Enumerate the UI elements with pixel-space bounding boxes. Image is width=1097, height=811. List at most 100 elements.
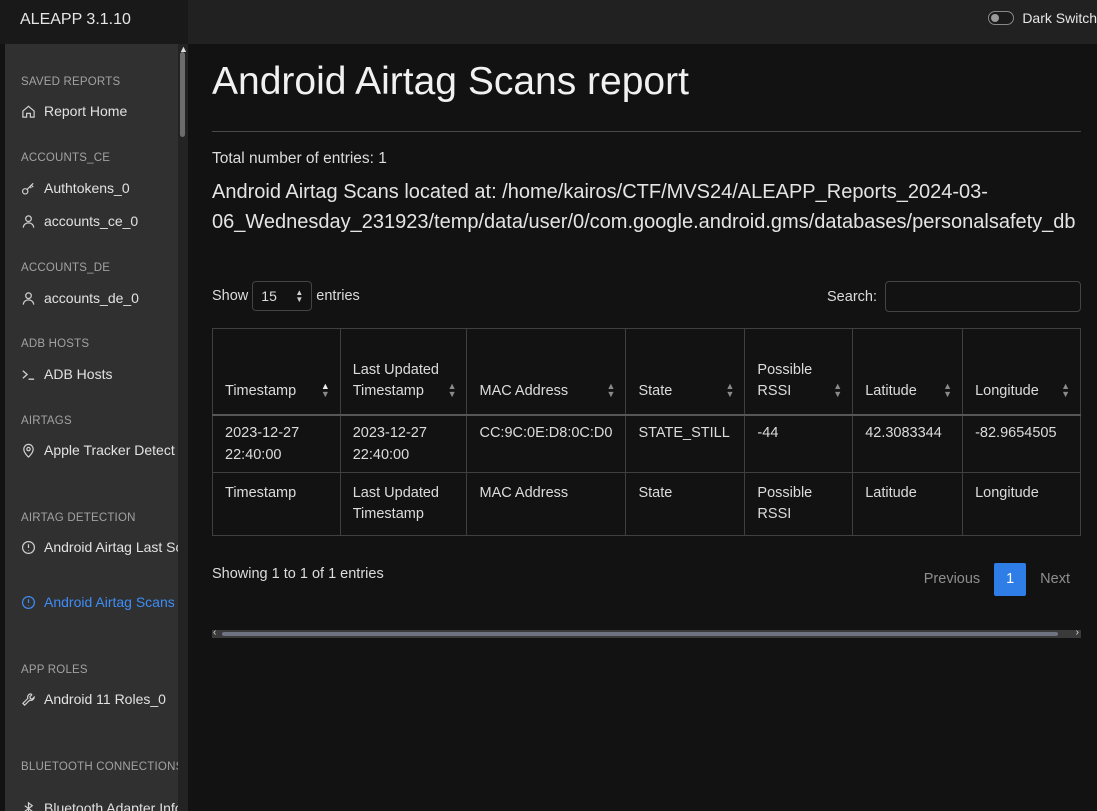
bluetooth-icon: [24, 801, 34, 811]
sidebar: SAVED REPORTS Report Home ACCOUNTS_CE Au…: [5, 44, 178, 811]
column-header-longitude[interactable]: Longitude ▲ ▼: [962, 328, 1081, 415]
sidebar-item-android-11-roles[interactable]: Android 11 Roles_0: [21, 691, 178, 707]
sidebar-section-bluetooth-connections: BLUETOOTH CONNECTIONS: [21, 761, 178, 773]
page-title: Android Airtag Scans report: [212, 60, 689, 103]
previous-page-button[interactable]: Previous: [913, 563, 991, 596]
footer-longitude: Longitude: [962, 471, 1081, 536]
footer-last-updated: Last Updated Timestamp: [339, 471, 468, 536]
page-1-button[interactable]: 1: [994, 563, 1027, 596]
sidebar-section-airtags: AIRTAGS: [21, 415, 72, 427]
sidebar-item-label: Apple Tracker Detect: [44, 442, 175, 458]
sidebar-item-apple-tracker-detect[interactable]: Apple Tracker Detect: [21, 442, 178, 458]
show-label: Show: [212, 288, 249, 304]
column-header-mac-address[interactable]: MAC Address ▲ ▼: [466, 328, 627, 415]
search-control: Search:: [827, 281, 1081, 312]
sort-icon: ▲ ▼: [606, 380, 616, 399]
artifact-location: Android Airtag Scans located at: /home/k…: [212, 181, 1076, 233]
sidebar-item-label: accounts_de_0: [44, 290, 139, 306]
column-header-state[interactable]: State ▲ ▼: [625, 328, 746, 415]
sidebar-item-label: Report Home: [44, 103, 128, 119]
table-footer-row: Timestamp Last Updated Timestamp MAC Add…: [212, 471, 1081, 536]
sidebar-item-accounts-de[interactable]: accounts_de_0: [21, 290, 178, 306]
sidebar-item-label: Android Airtag Scans: [44, 594, 175, 610]
scrollbar-thumb[interactable]: [222, 632, 1058, 636]
sidebar-item-bluetooth-adapter-info[interactable]: Bluetooth Adapter Info: [21, 800, 178, 811]
cell-state: STATE_STILL: [625, 414, 746, 473]
sidebar-item-label: Bluetooth Adapter Info: [44, 800, 178, 811]
divider: [212, 131, 1081, 132]
cell-longitude: -82.9654505: [962, 414, 1081, 473]
sidebar-item-label: accounts_ce_0: [44, 213, 139, 229]
sidebar-section-accounts-de: ACCOUNTS_DE: [21, 262, 111, 274]
sidebar-section-app-roles: APP ROLES: [21, 664, 88, 676]
sidebar-item-label: Android 11 Roles_0: [44, 691, 166, 707]
scroll-left-icon[interactable]: ‹: [213, 627, 216, 638]
sidebar-item-android-airtag-scans[interactable]: Android Airtag Scans: [21, 594, 178, 610]
column-header-last-updated[interactable]: Last Updated Timestamp ▲ ▼: [339, 328, 468, 415]
tool-icon: [22, 692, 35, 706]
map-pin-icon: [23, 443, 34, 458]
app-title[interactable]: ALEAPP 3.1.10: [0, 0, 188, 44]
column-header-rssi[interactable]: Possible RSSI ▲ ▼: [744, 328, 854, 415]
next-page-button[interactable]: Next: [1029, 563, 1081, 596]
sidebar-item-android-airtag-last-scan[interactable]: Android Airtag Last Scan: [21, 539, 178, 555]
table-row: 2023-12-27 22:40:00 2023-12-27 22:40:00 …: [212, 414, 1081, 473]
alert-circle-icon: [21, 595, 36, 609]
sidebar-item-label: Android Airtag Last Scan: [44, 539, 178, 555]
cell-timestamp: 2023-12-27 22:40:00: [212, 414, 341, 473]
top-navbar: ALEAPP 3.1.10 Dark Switch: [0, 0, 1097, 44]
pagination: Previous 1 Next: [913, 563, 1081, 596]
table-info: Showing 1 to 1 of 1 entries: [212, 566, 384, 582]
dark-switch-label: Dark Switch: [1022, 10, 1097, 26]
alert-circle-icon: [21, 540, 36, 554]
sidebar-item-label: ADB Hosts: [44, 366, 113, 382]
sort-icon: ▲ ▼: [833, 380, 843, 399]
entries-label: entries: [316, 288, 360, 304]
footer-state: State: [625, 471, 746, 536]
sidebar-section-airtag-detection: AIRTAG DETECTION: [21, 512, 136, 524]
scroll-right-icon[interactable]: ›: [1076, 627, 1079, 638]
sort-caret-icon: ▲ ▼: [295, 288, 304, 304]
footer-timestamp: Timestamp: [212, 471, 341, 536]
total-entries: Total number of entries: 1: [212, 150, 387, 167]
footer-rssi: Possible RSSI: [744, 471, 854, 536]
sort-icon: ▲ ▼: [943, 380, 953, 399]
sidebar-section-adb-hosts: ADB HOSTS: [21, 338, 90, 350]
user-icon: [22, 291, 35, 305]
column-header-latitude[interactable]: Latitude ▲ ▼: [852, 328, 964, 415]
key-icon: [21, 182, 34, 195]
cell-last-updated: 2023-12-27 22:40:00: [339, 414, 468, 473]
data-table: Timestamp ▲ ▼ Last Updated Timestamp ▲ ▼ MAC…: [212, 328, 1081, 536]
sort-icon: ▲ ▼: [447, 380, 457, 399]
sidebar-item-report-home[interactable]: Report Home: [21, 103, 178, 119]
main-content: Android Airtag Scans report Total number…: [188, 44, 1097, 811]
table-header-row: Timestamp ▲ ▼ Last Updated Timestamp ▲ ▼ MAC…: [212, 328, 1081, 415]
page-length-control: Show 15 ▲ ▼ entries: [212, 281, 360, 311]
sidebar-scrollbar[interactable]: ▲: [178, 44, 188, 811]
sidebar-section-saved-reports: SAVED REPORTS: [21, 76, 121, 88]
page-length-value: 15: [261, 288, 277, 304]
horizontal-scrollbar[interactable]: ‹ ›: [212, 627, 1081, 638]
footer-latitude: Latitude: [852, 471, 964, 536]
dark-switch[interactable]: Dark Switch: [988, 10, 1097, 26]
search-label: Search:: [827, 288, 877, 305]
sidebar-section-accounts-ce: ACCOUNTS_CE: [21, 152, 111, 164]
sort-icon: ▲ ▼: [1061, 380, 1070, 399]
user-icon: [22, 214, 35, 228]
cell-rssi: -44: [744, 414, 854, 473]
footer-mac-address: MAC Address: [466, 471, 627, 536]
sort-asc-icon: ▲ ▼: [320, 380, 330, 399]
sidebar-item-accounts-ce[interactable]: accounts_ce_0: [21, 213, 178, 229]
sort-icon: ▲ ▼: [725, 380, 735, 399]
toggle-icon[interactable]: [988, 11, 1015, 25]
cell-latitude: 42.3083344: [852, 414, 964, 473]
page-length-select[interactable]: 15 ▲ ▼: [252, 281, 313, 311]
sidebar-item-authtokens[interactable]: Authtokens_0: [21, 180, 178, 196]
sidebar-item-adb-hosts[interactable]: ADB Hosts: [21, 366, 178, 382]
column-header-timestamp[interactable]: Timestamp ▲ ▼: [212, 328, 341, 415]
sidebar-item-label: Authtokens_0: [44, 180, 130, 196]
home-icon: [22, 105, 35, 118]
scrollbar-thumb[interactable]: [180, 52, 185, 137]
terminal-icon: [22, 369, 35, 380]
search-input[interactable]: [885, 281, 1081, 312]
